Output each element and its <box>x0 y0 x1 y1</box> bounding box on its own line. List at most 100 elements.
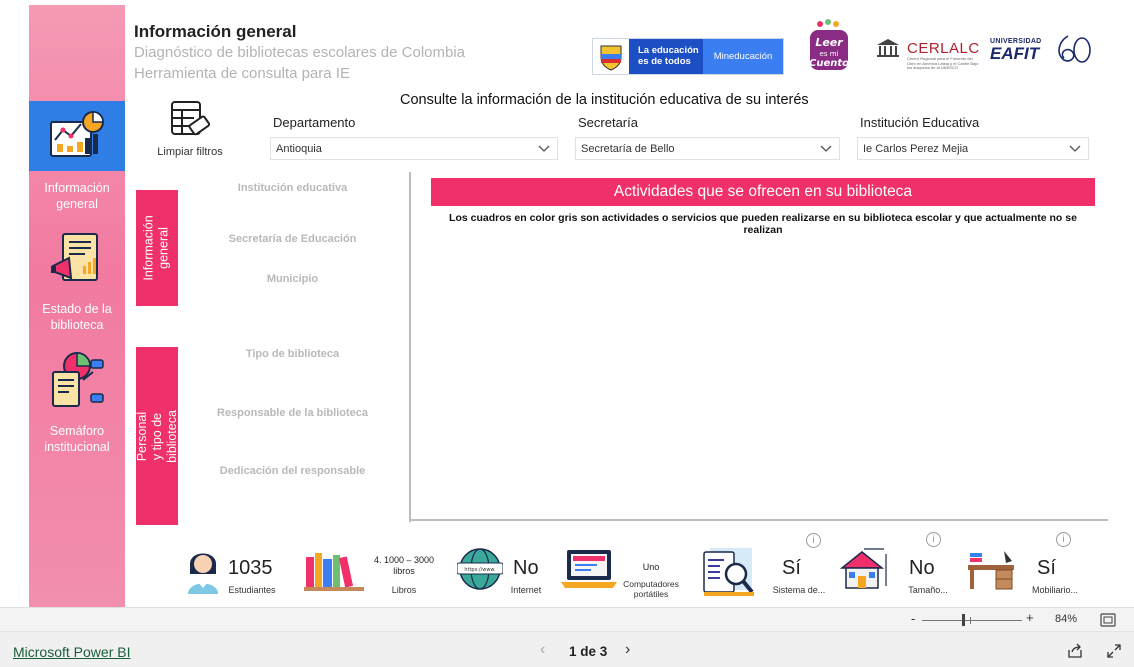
fullscreen-icon[interactable] <box>1106 643 1122 659</box>
sidebar-item-label: Semáforo institucional <box>44 424 110 454</box>
clear-filter-table-icon <box>171 101 211 136</box>
eafit-logo: UNIVERSIDAD EAFIT <box>990 35 1091 63</box>
secretaria-value: Secretaría de Bello <box>581 143 675 155</box>
sidebar-item-label: Estado de la biblioteca <box>42 302 112 332</box>
page-subtitle: Diagnóstico de bibliotecas escolares de … <box>134 44 466 61</box>
system-info-icon[interactable]: i <box>806 533 821 548</box>
zoom-bar: - + 84% <box>0 607 1134 631</box>
zoom-level: 84% <box>1055 613 1078 625</box>
departamento-label: Departamento <box>273 115 356 130</box>
field-responsable-biblioteca: Responsable de la biblioteca <box>217 407 368 419</box>
field-secretaria-educacion: Secretaría de Educación <box>228 233 357 245</box>
previous-page-button[interactable]: ‹ <box>540 641 545 659</box>
chevron-down-icon <box>538 145 550 152</box>
clear-filters-button[interactable]: Limpiar filtros <box>152 100 228 162</box>
general-info-header: Información general <box>136 190 178 306</box>
anniversary-signature-icon <box>1058 35 1091 63</box>
clear-filters-label: Limpiar filtros <box>157 146 223 158</box>
report-canvas: Información general Estado de la bibliot… <box>0 0 1134 607</box>
svg-text:https://www.: https://www. <box>464 567 496 573</box>
sidebar-item-informacion-general[interactable]: Información general <box>29 101 125 212</box>
chevron-down-icon <box>820 145 832 152</box>
next-page-button[interactable]: › <box>625 641 630 659</box>
catalog-search-icon <box>703 548 754 596</box>
zoom-slider-tick <box>970 617 971 624</box>
books-label: Libros <box>391 585 417 595</box>
furniture-value: Sí <box>1037 557 1056 579</box>
system-label: Sistema de... <box>772 585 826 595</box>
report-megaphone-icon <box>51 233 98 281</box>
share-icon[interactable] <box>1067 643 1083 659</box>
size-info-icon[interactable]: i <box>926 532 941 547</box>
institucion-label: Institución Educativa <box>860 115 980 130</box>
chevron-down-icon <box>1069 145 1081 152</box>
cerlalc-logo: CERLALC Centro Regional para el Fomento … <box>869 38 980 74</box>
field-tipo-biblioteca: Tipo de biblioteca <box>245 348 340 360</box>
library-building-size-icon <box>840 548 887 589</box>
eafit-name: EAFIT <box>990 44 1040 63</box>
zoom-slider-thumb[interactable] <box>962 614 965 626</box>
sidebar-item-label: Información general <box>44 181 110 211</box>
nav-icon-box <box>29 225 125 291</box>
internet-value: No <box>513 557 539 579</box>
power-bi-link[interactable]: Microsoft Power BI <box>13 644 130 660</box>
student-icon <box>188 553 218 594</box>
mineducacion-name: Mineducación <box>703 39 783 74</box>
internet-globe-icon: https://www. <box>457 548 503 590</box>
computers-label: Computadores portátiles <box>623 579 679 599</box>
page-indicator: 1 de 3 <box>569 644 608 659</box>
dashboard-analytics-icon <box>50 111 104 157</box>
fit-to-page-icon[interactable] <box>1100 613 1116 627</box>
books-icon <box>304 553 364 591</box>
staff-info-header: Personal y tipo de biblioteca <box>135 347 179 525</box>
departamento-dropdown[interactable]: Antioquia <box>270 137 558 160</box>
students-label: Estudiantes <box>228 585 276 595</box>
power-bi-viewer: Información general Estado de la bibliot… <box>0 0 1134 667</box>
svg-text:Leer: Leer <box>815 36 843 49</box>
furniture-desk-icon <box>968 551 1014 590</box>
colombia-shield-icon <box>593 39 629 74</box>
departamento-value: Antioquia <box>276 143 322 155</box>
furniture-info-icon[interactable]: i <box>1056 532 1071 547</box>
system-value: Sí <box>782 557 801 579</box>
general-info-header-text: Información general <box>142 215 171 281</box>
internet-label: Internet <box>510 585 542 595</box>
students-value: 1035 <box>228 557 273 579</box>
svg-text:es mi: es mi <box>820 50 839 58</box>
furniture-label: Mobiliario... <box>1031 585 1078 595</box>
unesco-temple-icon <box>877 39 899 57</box>
institucion-dropdown[interactable]: Ie Carlos Perez Mejia <box>857 137 1089 160</box>
size-value: No <box>909 557 935 579</box>
nav-icon-box <box>29 347 125 413</box>
panel-divider <box>409 519 1108 521</box>
zoom-out-button[interactable]: - <box>911 611 915 626</box>
cerlalc-name: CERLALC <box>907 40 980 57</box>
secretaria-dropdown[interactable]: Secretaría de Bello <box>575 137 840 160</box>
cerlalc-description: Centro Regional para el Fomento del Libr… <box>907 56 979 70</box>
panel-divider <box>409 172 411 522</box>
secretaria-label: Secretaría <box>578 115 638 130</box>
zoom-slider-track[interactable] <box>922 620 1022 621</box>
laptop-icon <box>561 550 617 588</box>
activities-title: Actividades que se ofrecen en su bibliot… <box>431 178 1095 206</box>
books-value: 4. 1000 – 3000 libros <box>373 555 435 576</box>
field-dedicacion-responsable: Dedicación del responsable <box>219 465 366 477</box>
size-label: Tamaño... <box>908 585 948 595</box>
leer-es-mi-cuento-logo: Leer es mi Cuento <box>806 18 852 79</box>
svg-text:Cuento: Cuento <box>809 58 849 69</box>
computers-value: Uno <box>642 562 660 572</box>
page-title: Información general <box>134 22 297 41</box>
footer-bar: Microsoft Power BI ‹ 1 de 3 › <box>0 631 1134 667</box>
field-institucion-educativa: Institución educativa <box>237 182 348 194</box>
activities-note: Los cuadros en color gris son actividade… <box>449 212 1077 236</box>
mineducacion-logo: La educación es de todos Mineducación <box>592 38 784 75</box>
page-subtitle-2: Herramienta de consulta para IE <box>134 65 350 82</box>
sidebar-item-semaforo-institucional[interactable]: Semáforo institucional <box>29 347 125 455</box>
mineducacion-tagline: La educación es de todos <box>629 39 703 74</box>
sidebar: Información general Estado de la bibliot… <box>29 5 125 607</box>
institucion-value: Ie Carlos Perez Mejia <box>863 143 969 155</box>
nav-icon-box <box>29 101 125 171</box>
filter-heading: Consulte la información de la institució… <box>400 92 809 108</box>
sidebar-item-estado-biblioteca[interactable]: Estado de la biblioteca <box>29 225 125 333</box>
zoom-in-button[interactable]: + <box>1026 610 1034 625</box>
